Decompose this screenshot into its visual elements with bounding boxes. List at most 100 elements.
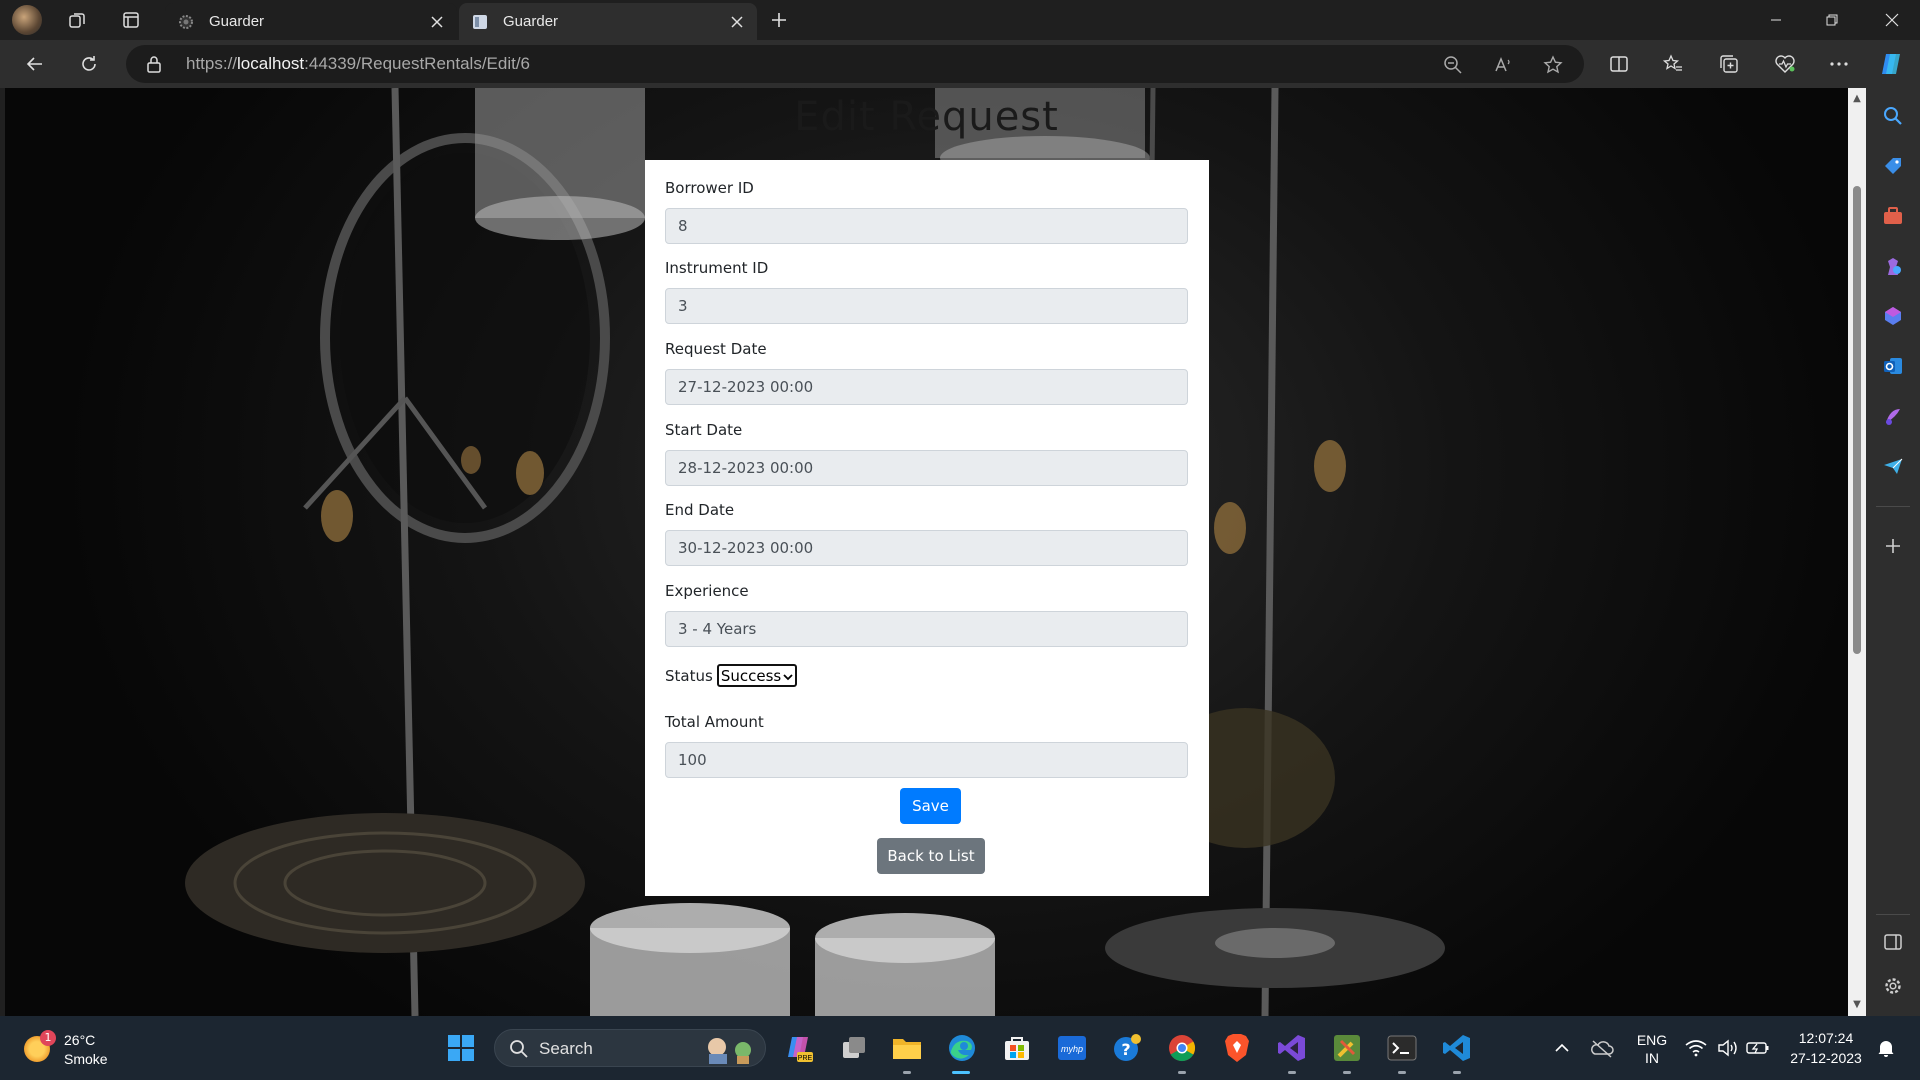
chrome-icon[interactable] <box>1166 1032 1198 1064</box>
edit-request-form: Borrower ID 8 Instrument ID 3 Request Da… <box>645 160 1209 896</box>
gear-favicon-icon <box>177 13 195 31</box>
tab-guarder-2[interactable]: Guarder <box>459 3 757 40</box>
svg-text:PRE: PRE <box>798 1055 813 1062</box>
lock-icon[interactable] <box>146 55 162 77</box>
status-row: Status Success <box>665 664 798 687</box>
clock-date[interactable]: 27-12-2023 <box>1778 1050 1874 1066</box>
status-selected-value: Success <box>720 666 782 685</box>
myhp-icon[interactable]: myhp <box>1056 1032 1088 1064</box>
end-date-label: End Date <box>665 501 735 519</box>
page-scrollbar[interactable]: ▲ ▼ <box>1848 88 1866 1016</box>
close-tab-icon[interactable] <box>723 8 751 36</box>
get-help-icon[interactable]: ? <box>1111 1032 1143 1064</box>
app-running-indicator <box>1398 1071 1406 1074</box>
outlook-icon[interactable] <box>1879 352 1907 380</box>
favorite-star-icon[interactable] <box>1540 52 1566 78</box>
app-running-indicator <box>1288 1071 1296 1074</box>
tab-title: Guarder <box>209 13 265 30</box>
borrower-id-input[interactable]: 8 <box>665 208 1188 244</box>
weather-temperature: 26°C <box>64 1032 96 1048</box>
more-options-icon[interactable] <box>1822 48 1856 80</box>
onedrive-offline-icon[interactable] <box>1586 1032 1618 1064</box>
search-highlight-icon <box>703 1034 759 1068</box>
back-arrow-icon[interactable] <box>18 48 52 80</box>
battery-charging-icon[interactable] <box>1742 1032 1774 1064</box>
wifi-icon[interactable] <box>1680 1032 1712 1064</box>
vscode-icon[interactable] <box>1441 1032 1473 1064</box>
edge-browser-icon[interactable] <box>946 1032 978 1064</box>
copilot-icon[interactable] <box>1874 48 1908 80</box>
save-button[interactable]: Save <box>900 788 961 824</box>
tools-briefcase-icon[interactable] <box>1879 202 1907 230</box>
visual-studio-icon[interactable] <box>1276 1032 1308 1064</box>
experience-label: Experience <box>665 582 749 600</box>
end-date-input[interactable]: 30-12-2023 00:00 <box>665 530 1188 566</box>
browser-toolbar: https://localhost:44339/RequestRentals/E… <box>0 40 1920 88</box>
favorites-icon[interactable] <box>1656 48 1690 80</box>
start-date-label: Start Date <box>665 421 743 439</box>
scrollbar-thumb[interactable] <box>1853 186 1861 654</box>
taskbar-search-box[interactable]: Search <box>494 1029 766 1067</box>
read-aloud-icon[interactable] <box>1490 52 1516 78</box>
browser-essentials-icon[interactable] <box>1768 48 1802 80</box>
restore-icon[interactable] <box>1804 0 1860 40</box>
total-amount-input[interactable]: 100 <box>665 742 1188 778</box>
start-date-input[interactable]: 28-12-2023 00:00 <box>665 450 1188 486</box>
scroll-down-icon[interactable]: ▼ <box>1852 1000 1862 1010</box>
hide-sidebar-icon[interactable] <box>1879 928 1907 956</box>
brave-browser-icon[interactable] <box>1221 1032 1253 1064</box>
experience-input[interactable]: 3 - 4 Years <box>665 611 1188 647</box>
status-label: Status <box>665 666 713 685</box>
close-tab-icon[interactable] <box>423 8 451 36</box>
shopping-tag-icon[interactable] <box>1879 152 1907 180</box>
windows-taskbar: 1 26°C Smoke Search PRE myhp ? ENG IN 12… <box>0 1016 1920 1080</box>
notification-bell-icon[interactable] <box>1870 1032 1902 1064</box>
show-hidden-icons-chevron-up-icon[interactable] <box>1546 1032 1578 1064</box>
search-icon[interactable] <box>1879 102 1907 130</box>
file-explorer-icon[interactable] <box>891 1032 923 1064</box>
page-viewport: Edit Request Borrower ID 8 Instrument ID… <box>5 88 1848 1016</box>
copilot-preview-icon[interactable]: PRE <box>782 1032 814 1064</box>
app-running-indicator <box>1453 1071 1461 1074</box>
search-label: Search <box>539 1039 593 1058</box>
task-view-icon[interactable] <box>838 1032 870 1064</box>
settings-gear-icon[interactable] <box>1879 972 1907 1000</box>
total-amount-label: Total Amount <box>665 713 764 731</box>
scroll-up-icon[interactable]: ▲ <box>1852 94 1862 104</box>
microsoft-store-icon[interactable] <box>1001 1032 1033 1064</box>
windows-start-icon[interactable] <box>445 1032 477 1064</box>
add-sidebar-app-icon[interactable] <box>1879 532 1907 560</box>
close-window-icon[interactable] <box>1864 0 1920 40</box>
designer-icon[interactable] <box>1879 402 1907 430</box>
page-favicon-icon <box>471 13 489 31</box>
profile-avatar[interactable] <box>12 5 42 35</box>
language-indicator-line1[interactable]: ENG <box>1632 1032 1672 1048</box>
back-to-list-button[interactable]: Back to List <box>877 838 985 874</box>
terminal-icon[interactable] <box>1386 1032 1418 1064</box>
language-indicator-line2[interactable]: IN <box>1632 1050 1672 1066</box>
tab-guarder-1[interactable]: Guarder <box>165 3 457 40</box>
refresh-icon[interactable] <box>72 48 106 80</box>
tab-strip: Guarder Guarder <box>0 0 1920 40</box>
instrument-id-input[interactable]: 3 <box>665 288 1188 324</box>
clock-time[interactable]: 12:07:24 <box>1778 1030 1874 1046</box>
new-tab-icon[interactable] <box>764 6 794 34</box>
developer-tools-icon[interactable] <box>1331 1032 1363 1064</box>
vertical-tabs-icon[interactable] <box>116 6 146 34</box>
app-running-indicator <box>1178 1071 1186 1074</box>
collections-icon[interactable] <box>1712 48 1746 80</box>
games-chess-icon[interactable] <box>1879 252 1907 280</box>
workspaces-icon[interactable] <box>62 6 92 34</box>
zoom-out-icon[interactable] <box>1440 52 1466 78</box>
minimize-icon[interactable] <box>1748 0 1804 40</box>
request-date-input[interactable]: 27-12-2023 00:00 <box>665 369 1188 405</box>
status-select[interactable]: Success <box>716 664 798 687</box>
microsoft-365-icon[interactable] <box>1879 302 1907 330</box>
send-telegram-icon[interactable] <box>1879 452 1907 480</box>
volume-icon[interactable] <box>1712 1032 1744 1064</box>
app-active-indicator <box>952 1071 970 1074</box>
split-screen-icon[interactable] <box>1602 48 1636 80</box>
address-bar[interactable]: https://localhost:44339/RequestRentals/E… <box>126 45 1584 83</box>
borrower-id-label: Borrower ID <box>665 179 754 197</box>
weather-widget[interactable]: 1 26°C Smoke <box>22 1030 132 1070</box>
